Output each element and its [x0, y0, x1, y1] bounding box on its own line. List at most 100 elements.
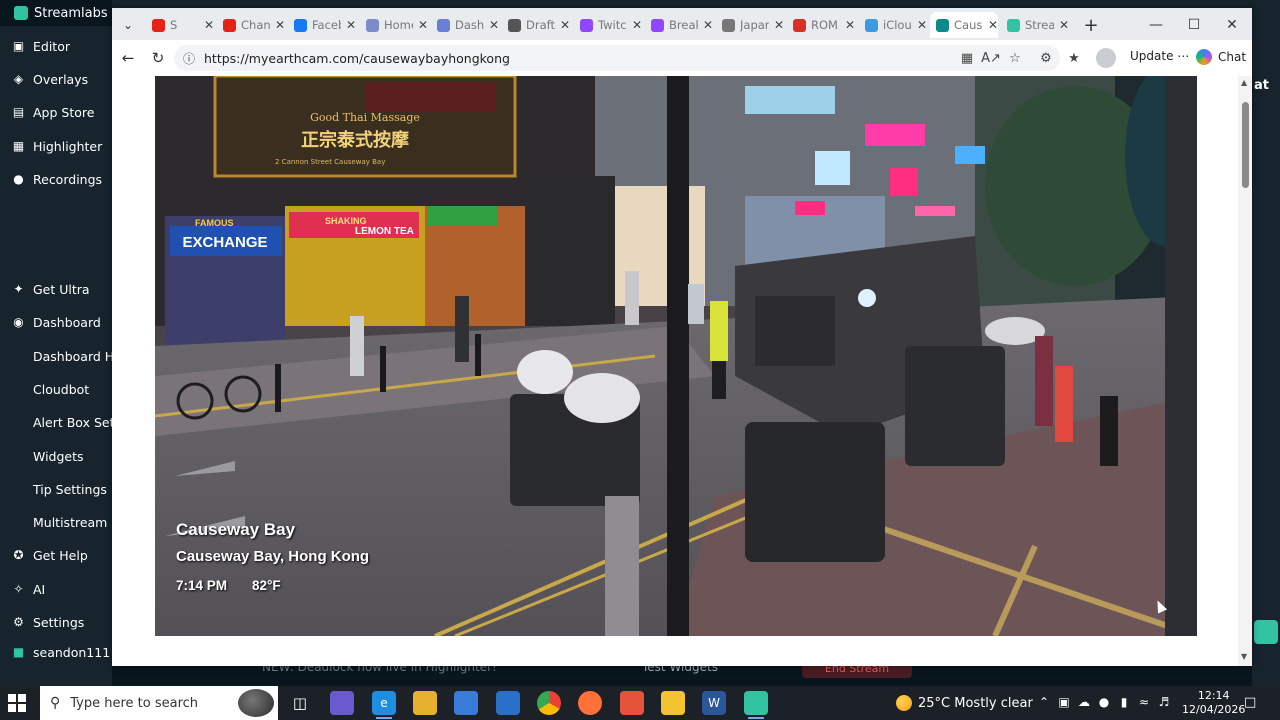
install-app-icon[interactable]: ▦: [958, 49, 976, 67]
task-view-icon[interactable]: ◫: [288, 691, 312, 715]
sidebar-item-label: Tip Settings: [33, 481, 107, 497]
tab-close-icon[interactable]: ✕: [560, 18, 570, 32]
sidebar-item-overlays[interactable]: ◈ Overlays: [12, 69, 88, 89]
sticky-notes-icon[interactable]: [661, 691, 685, 715]
refresh-icon[interactable]: ↻: [148, 48, 168, 68]
tab-favicon-icon: [1007, 18, 1020, 32]
scroll-down-icon[interactable]: ▼: [1241, 652, 1247, 661]
tab-favicon-icon: [366, 18, 379, 32]
sidebar-item-dashboard[interactable]: ◉ Dashboard: [12, 312, 101, 332]
tab-close-icon[interactable]: ✕: [489, 18, 499, 32]
close-window-icon[interactable]: ✕: [1220, 14, 1244, 36]
scroll-up-icon[interactable]: ▲: [1241, 78, 1247, 87]
copilot-chat-button[interactable]: Chat: [1196, 49, 1246, 65]
favorites-icon[interactable]: ★: [1065, 49, 1083, 67]
webcam-feed[interactable]: Good Thai Massage 正宗泰式按摩 2 Cannon Street…: [155, 76, 1197, 636]
browser-tab[interactable]: Faceb ✕: [288, 12, 356, 38]
streamlabs-chat-icon[interactable]: [1254, 620, 1278, 644]
sidebar-item-seandon111[interactable]: ■ seandon111: [12, 642, 110, 662]
tab-favicon-icon: [865, 18, 878, 32]
sidebar-item-editor[interactable]: ▣ Editor: [12, 36, 70, 56]
tray-app-icon[interactable]: ▣: [1056, 695, 1072, 709]
browser-tab[interactable]: Drafts ✕: [502, 12, 570, 38]
browser-tab[interactable]: Strea ✕: [1001, 12, 1069, 38]
taskbar-search-input[interactable]: [70, 695, 221, 711]
sidebar-item-settings[interactable]: ⚙ Settings: [12, 612, 84, 632]
word-icon[interactable]: W: [702, 691, 726, 715]
tab-close-icon[interactable]: ✕: [917, 18, 927, 32]
tab-favicon-icon: [722, 18, 735, 32]
streamlabs-sidebar: ▣Editor◈Overlays▤App Store▦Highlighterbe…: [0, 26, 152, 686]
browser-tab[interactable]: Chan ✕: [217, 12, 285, 38]
browser-tab[interactable]: ROM ✕: [787, 12, 855, 38]
scrollbar-thumb[interactable]: [1242, 102, 1249, 188]
sidebar-item-get-ultra[interactable]: ✦ Get Ultra: [12, 279, 89, 299]
profile-avatar[interactable]: [1096, 48, 1116, 68]
maximize-icon[interactable]: ☐: [1182, 14, 1206, 36]
tab-close-icon[interactable]: ✕: [988, 18, 998, 32]
tab-close-icon[interactable]: ✕: [632, 18, 642, 32]
search-highlight-image: [238, 689, 274, 717]
browser-tab[interactable]: Break ✕: [645, 12, 713, 38]
tab-favicon-icon: [294, 18, 307, 32]
notifications-icon[interactable]: □: [1244, 695, 1256, 710]
tab-close-icon[interactable]: ✕: [774, 18, 784, 32]
tab-close-icon[interactable]: ✕: [418, 18, 428, 32]
browser-tab[interactable]: Twitch ✕: [574, 12, 642, 38]
tab-close-icon[interactable]: ✕: [845, 18, 855, 32]
search-icon: ⚲: [50, 695, 61, 711]
copilot-taskbar-icon[interactable]: [330, 691, 354, 715]
chrome-icon[interactable]: [537, 691, 561, 715]
sidebar-item-app-store[interactable]: ▤ App Store: [12, 102, 95, 122]
edge-taskbar-icon[interactable]: e: [372, 691, 396, 719]
minimize-icon[interactable]: —: [1144, 14, 1168, 36]
tab-close-icon[interactable]: ✕: [1059, 18, 1069, 32]
taskbar-clock[interactable]: 12:14 12/04/2026: [1182, 689, 1245, 717]
sidebar-item-ai[interactable]: ✧ AI: [12, 579, 45, 599]
url-text[interactable]: https://myearthcam.com/causewaybayhongko…: [204, 51, 510, 66]
sidebar-item-widgets[interactable]: Widgets: [33, 446, 84, 466]
microsoft-store-icon[interactable]: [454, 691, 478, 715]
sidebar-item-cloudbot[interactable]: Cloudbot: [33, 379, 89, 399]
address-bar[interactable]: ⓘ https://myearthcam.com/causewaybayhong…: [174, 45, 1060, 71]
update-button[interactable]: Update ⋯: [1130, 49, 1189, 63]
file-explorer-icon[interactable]: [413, 691, 437, 715]
sidebar-item-get-help[interactable]: ✪ Get Help: [12, 545, 87, 565]
tray-chevron-icon[interactable]: ⌃: [1036, 695, 1052, 709]
onedrive-icon[interactable]: ☁: [1076, 695, 1092, 709]
page-scrollbar[interactable]: ▲ ▼: [1238, 76, 1252, 666]
firefox-icon[interactable]: [578, 691, 602, 715]
tab-actions-chevron-icon[interactable]: ⌄: [118, 15, 138, 35]
back-icon[interactable]: ←: [118, 48, 138, 68]
favorite-star-icon[interactable]: ☆: [1006, 49, 1024, 67]
tab-close-icon[interactable]: ✕: [204, 18, 214, 32]
wifi-icon[interactable]: ≈: [1136, 695, 1152, 709]
chat-label: Chat: [1218, 50, 1247, 64]
windows-start-icon[interactable]: [8, 694, 26, 712]
sidebar-item-multistream[interactable]: Multistream: [33, 512, 107, 532]
app-icon[interactable]: [620, 691, 644, 715]
browser-tab[interactable]: Cause ✕: [930, 12, 998, 38]
browser-tab[interactable]: iClou ✕: [859, 12, 927, 38]
site-info-icon[interactable]: ⓘ: [182, 51, 196, 66]
outlook-icon[interactable]: [496, 691, 520, 715]
sidebar-item-tip-settings[interactable]: Tip Settings: [33, 479, 107, 499]
tab-close-icon[interactable]: ✕: [275, 18, 285, 32]
browser-tab[interactable]: Japan ✕: [716, 12, 784, 38]
microphone-icon[interactable]: ●: [1096, 695, 1112, 709]
new-tab-button[interactable]: +: [1080, 14, 1102, 36]
volume-icon[interactable]: ♬: [1156, 695, 1172, 709]
weather-moon-icon: [896, 695, 912, 711]
tab-close-icon[interactable]: ✕: [346, 18, 356, 32]
sidebar-item-recordings[interactable]: ● Recordings: [12, 169, 102, 189]
browser-tab[interactable]: Dashb ✕: [431, 12, 499, 38]
tab-close-icon[interactable]: ✕: [703, 18, 713, 32]
battery-icon[interactable]: ▮: [1116, 695, 1132, 709]
weather-widget[interactable]: 25°C Mostly clear: [896, 695, 1033, 711]
taskbar-search[interactable]: ⚲: [40, 686, 278, 720]
extensions-icon[interactable]: ⚙: [1037, 49, 1055, 67]
browser-tab[interactable]: S ✕: [146, 12, 214, 38]
browser-tab[interactable]: Home ✕: [360, 12, 428, 38]
read-aloud-icon[interactable]: A↗: [981, 49, 1001, 67]
streamlabs-taskbar-icon[interactable]: [744, 691, 768, 719]
